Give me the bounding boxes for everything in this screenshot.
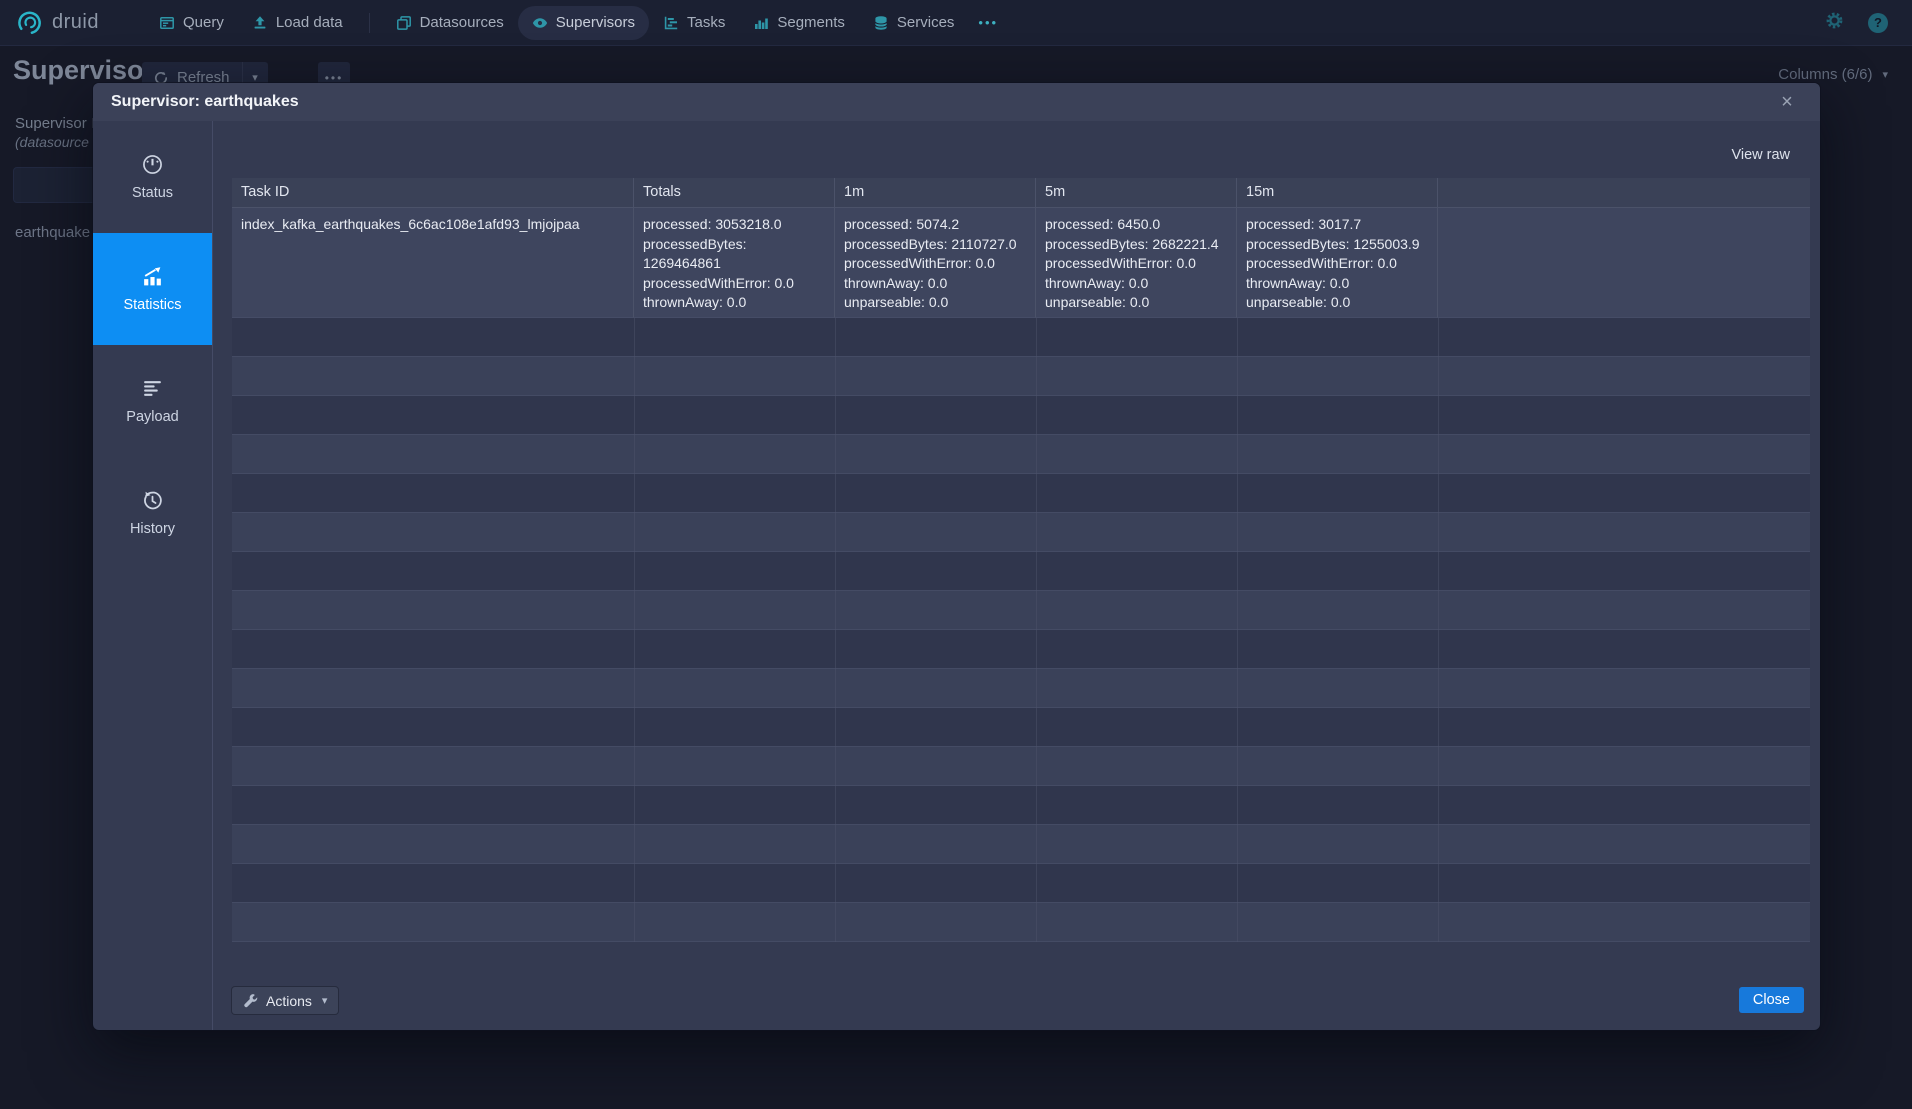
- tab-history[interactable]: History: [93, 457, 212, 569]
- logo-text: druid: [52, 11, 99, 34]
- tab-label: Status: [132, 185, 173, 201]
- top-nav: druid Query Load data Datasou: [0, 0, 1912, 46]
- supervisor-row-earthquakes[interactable]: earthquake: [15, 224, 90, 241]
- align-left-icon: [141, 377, 164, 400]
- nav-item-label: Tasks: [687, 14, 725, 31]
- query-icon: [159, 15, 175, 31]
- table-column-divider: [1237, 318, 1238, 942]
- nav-item-supervisors[interactable]: Supervisors: [518, 6, 649, 40]
- columns-label: Columns (6/6): [1778, 66, 1872, 83]
- nav-item-tasks[interactable]: Tasks: [649, 6, 739, 40]
- nav-item-label: Supervisors: [556, 14, 635, 31]
- actions-label: Actions: [266, 993, 312, 1009]
- tab-statistics[interactable]: Statistics: [93, 233, 212, 345]
- column-header-totals[interactable]: Totals: [634, 178, 835, 208]
- bar-chart-arrow-icon: [141, 265, 164, 288]
- nav-right-actions: ?: [1825, 11, 1896, 35]
- cell-1m: processed: 5074.2 processedBytes: 211072…: [835, 208, 1036, 318]
- columns-picker-button[interactable]: Columns (6/6) ▾: [1778, 66, 1888, 83]
- nav-item-label: Query: [183, 14, 224, 31]
- nav-item-label: Datasources: [420, 14, 504, 31]
- column-subheader-datasource: (datasource: [15, 134, 89, 150]
- bar-chart-icon: [753, 15, 769, 31]
- layers-icon: [396, 15, 412, 31]
- dialog-side-nav: Status Statistics: [93, 121, 213, 1030]
- dialog-body: Status Statistics: [93, 121, 1820, 1030]
- statistics-table: Task ID Totals 1m 5m 15m index_kafka_ear…: [232, 178, 1810, 942]
- column-header-5m[interactable]: 5m: [1036, 178, 1237, 208]
- tab-label: History: [130, 521, 175, 537]
- cell-5m: processed: 6450.0 processedBytes: 268222…: [1036, 208, 1237, 318]
- nav-divider: [369, 13, 370, 33]
- chevron-down-icon: ▾: [1882, 68, 1888, 81]
- close-icon: ×: [1781, 91, 1793, 114]
- database-icon: [873, 15, 889, 31]
- close-label: Close: [1753, 992, 1790, 1008]
- nav-item-label: Services: [897, 14, 955, 31]
- column-header-supervisor-id: Supervisor I: [15, 115, 95, 132]
- cell-totals: processed: 3053218.0 processedBytes: 126…: [634, 208, 835, 318]
- nav-item-load-data[interactable]: Load data: [238, 6, 357, 40]
- settings-gear-button[interactable]: [1825, 11, 1844, 35]
- dialog-title: Supervisor: earthquakes: [111, 93, 299, 111]
- view-raw-link[interactable]: View raw: [1731, 147, 1790, 163]
- gantt-chart-icon: [663, 15, 679, 31]
- nav-item-datasources[interactable]: Datasources: [382, 6, 518, 40]
- nav-item-segments[interactable]: Segments: [739, 6, 859, 40]
- nav-more-button[interactable]: •••: [968, 15, 1008, 30]
- dialog-main: View raw Task ID Totals 1m 5m 15m index_…: [213, 121, 1820, 1030]
- druid-logo[interactable]: druid: [16, 9, 99, 36]
- cell-task-id: index_kafka_earthquakes_6c6ac108e1afd93_…: [232, 208, 634, 318]
- druid-spiral-icon: [16, 9, 43, 36]
- nav-item-query[interactable]: Query: [145, 6, 238, 40]
- tab-payload[interactable]: Payload: [93, 345, 212, 457]
- actions-button[interactable]: Actions ▾: [232, 987, 338, 1014]
- close-button[interactable]: Close: [1739, 987, 1804, 1013]
- supervisor-dialog: Supervisor: earthquakes × Status: [93, 83, 1820, 1030]
- column-header-1m[interactable]: 1m: [835, 178, 1036, 208]
- upload-icon: [252, 15, 268, 31]
- dialog-close-button[interactable]: ×: [1772, 87, 1802, 117]
- table-column-divider: [835, 318, 836, 942]
- dialog-footer: Actions ▾ Close: [213, 942, 1820, 1030]
- dialog-header: Supervisor: earthquakes ×: [93, 83, 1820, 121]
- help-button[interactable]: ?: [1868, 13, 1888, 33]
- tab-label: Statistics: [123, 297, 181, 313]
- table-column-divider: [1036, 318, 1037, 942]
- dashboard-gauge-icon: [141, 153, 164, 176]
- tab-label: Payload: [126, 409, 178, 425]
- chevron-down-icon: ▾: [322, 994, 328, 1007]
- gear-icon: [1825, 11, 1844, 30]
- eye-icon: [532, 15, 548, 31]
- empty-table-rows: [232, 318, 1810, 942]
- help-icon: ?: [1874, 15, 1882, 30]
- table-column-divider: [1438, 318, 1439, 942]
- cell-empty: [1438, 208, 1810, 318]
- view-raw-row: View raw: [213, 121, 1820, 178]
- history-icon: [141, 489, 164, 512]
- column-header-task-id[interactable]: Task ID: [232, 178, 634, 208]
- tab-status[interactable]: Status: [93, 121, 212, 233]
- nav-item-label: Segments: [777, 14, 845, 31]
- column-header-empty: [1438, 178, 1810, 208]
- column-header-15m[interactable]: 15m: [1237, 178, 1438, 208]
- nav-item-services[interactable]: Services: [859, 6, 969, 40]
- wrench-icon: [243, 993, 258, 1008]
- nav-item-label: Load data: [276, 14, 343, 31]
- druid-console: druid Query Load data Datasou: [0, 0, 1912, 1109]
- cell-15m: processed: 3017.7 processedBytes: 125500…: [1237, 208, 1438, 318]
- table-column-divider: [634, 318, 635, 942]
